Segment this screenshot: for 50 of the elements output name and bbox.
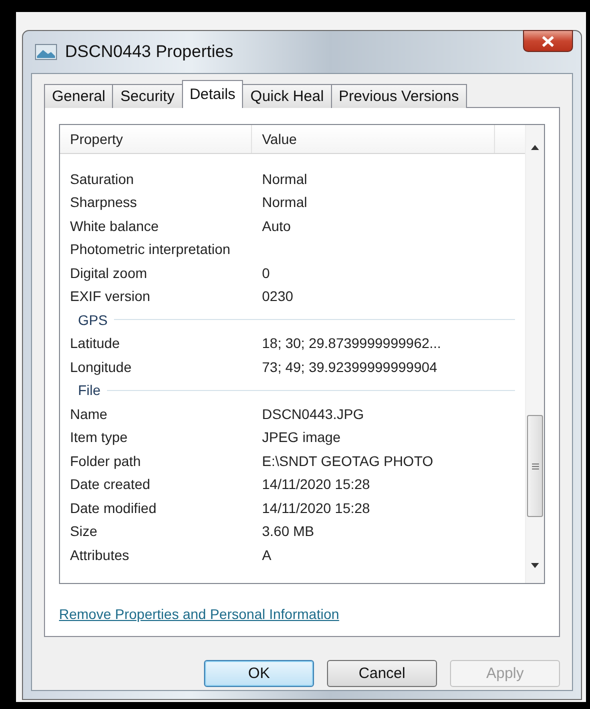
column-header[interactable]: Property [60,125,252,153]
property-name: Attributes [69,546,130,563]
close-button[interactable] [523,30,573,52]
tab[interactable]: Quick Heal [242,84,332,108]
remove-properties-link[interactable]: Remove Properties and Personal Information [59,606,340,622]
close-icon [542,36,554,46]
column-header[interactable]: Value [252,125,495,153]
property-value: Normal [261,170,308,187]
tab[interactable]: General [44,84,114,108]
property-name: Size [69,523,98,540]
scrollbar[interactable] [525,125,544,583]
property-name: Date modified [69,500,158,516]
property-value: Auto [261,218,292,234]
property-value: JPEG image [261,429,342,446]
scroll-thumb[interactable] [527,415,543,517]
image-file-icon [35,44,57,60]
property-value: A [261,546,272,563]
property-name: Photometric interpretation [69,241,232,258]
property-value: 18; 30; 29.8739999999962... [261,335,442,352]
property-value: 14/11/2020 15:28 [261,476,371,492]
window-title: DSCN0443 Properties [65,42,234,62]
scroll-up-arrow-icon[interactable] [531,145,539,150]
property-value: 0 [261,264,271,281]
property-value: E:\SNDT GEOTAG PHOTO [261,452,434,469]
property-name: White balance [69,218,160,234]
property-name: Sharpness [69,194,138,210]
property-value: Normal [261,194,308,210]
property-value: 73; 49; 39.92399999999904 [261,358,438,375]
property-name: Name [69,406,108,422]
group-heading: File [78,382,101,398]
scroll-down-arrow-icon[interactable] [531,563,539,568]
tab[interactable]: Details [182,80,244,108]
property-name: Item type [69,429,129,446]
dialog-button[interactable]: Cancel [327,660,437,687]
property-value: 3.60 MB [261,523,316,540]
property-name: EXIF version [69,288,152,304]
property-name: Saturation [69,170,135,187]
property-name: Latitude [69,335,121,352]
tab[interactable]: Security [112,84,183,108]
property-value: 14/11/2020 15:28 [261,500,371,516]
property-name: Longitude [69,358,133,375]
dialog-button[interactable]: OK [204,660,314,687]
grip-icon [532,462,538,470]
property-name: Digital zoom [69,264,148,281]
property-name: Date created [69,476,152,492]
property-value: DSCN0443.JPG [261,406,365,422]
property-name: Folder path [69,452,142,469]
group-heading: GPS [78,312,108,328]
property-value: 0230 [261,288,294,304]
tab[interactable]: Previous Versions [330,84,467,108]
